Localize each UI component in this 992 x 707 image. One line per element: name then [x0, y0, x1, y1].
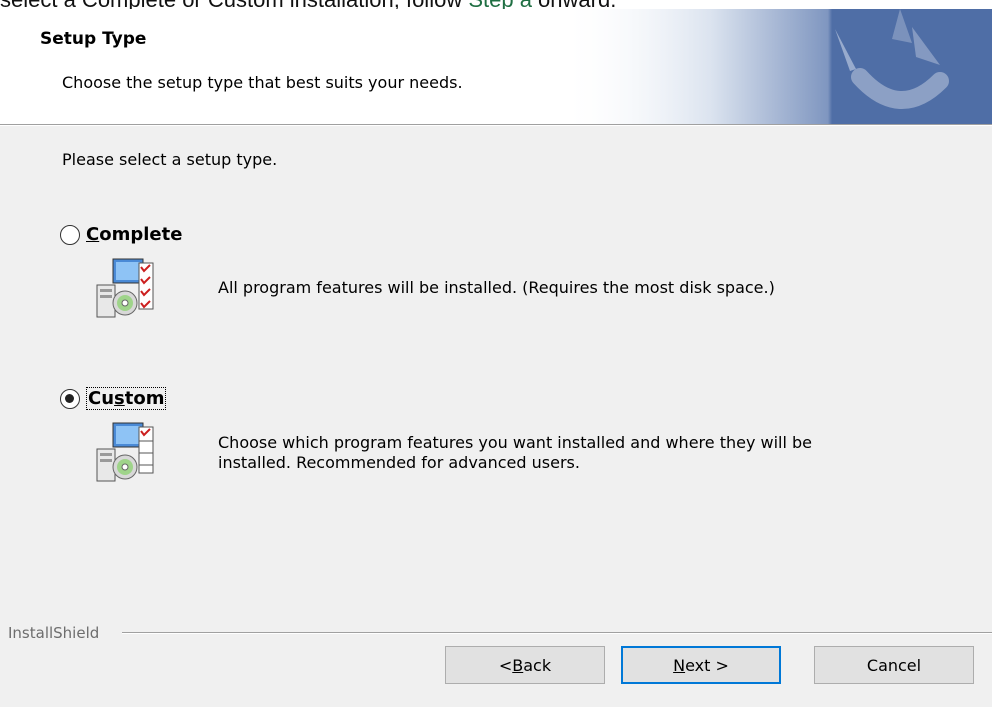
custom-option[interactable]: Custom: [60, 387, 167, 410]
installshield-banner-icon: [560, 9, 992, 124]
complete-label-mnemonic: C: [86, 224, 100, 245]
back-button-rest: ack: [523, 655, 552, 675]
page-subtitle: Choose the setup type that best suits yo…: [62, 73, 463, 92]
setup-dialog: Setup Type Choose the setup type that be…: [0, 9, 992, 707]
installshield-brand: InstallShield: [8, 624, 100, 642]
custom-label[interactable]: Custom: [86, 387, 167, 410]
back-button-mnemonic: B: [512, 655, 524, 675]
setup-prompt: Please select a setup type.: [62, 150, 278, 169]
next-button-mnemonic: N: [673, 655, 686, 675]
page-title: Setup Type: [40, 29, 147, 49]
back-button[interactable]: < Back: [445, 646, 605, 684]
custom-radio[interactable]: [60, 388, 80, 409]
back-button-prefix: <: [498, 655, 513, 675]
complete-label[interactable]: Complete: [86, 224, 182, 245]
complete-radio[interactable]: [60, 224, 80, 245]
next-button[interactable]: Next >: [621, 646, 781, 684]
cancel-button[interactable]: Cancel: [814, 646, 974, 684]
dialog-header: Setup Type Choose the setup type that be…: [0, 9, 992, 124]
custom-install-icon: [96, 422, 154, 482]
complete-label-rest: omplete: [99, 224, 183, 245]
custom-label-mnemonic: s: [114, 388, 125, 409]
footer-divider-highlight: [122, 633, 992, 634]
custom-label-prefix: Cu: [88, 388, 115, 409]
complete-option[interactable]: Complete: [60, 224, 182, 245]
next-button-rest: ext >: [685, 655, 729, 675]
custom-description: Choose which program features you want i…: [218, 433, 813, 472]
custom-label-rest: tom: [124, 388, 165, 409]
complete-description: All program features will be installed. …: [218, 278, 775, 297]
header-divider-highlight: [0, 125, 992, 126]
complete-install-icon: [96, 258, 154, 318]
